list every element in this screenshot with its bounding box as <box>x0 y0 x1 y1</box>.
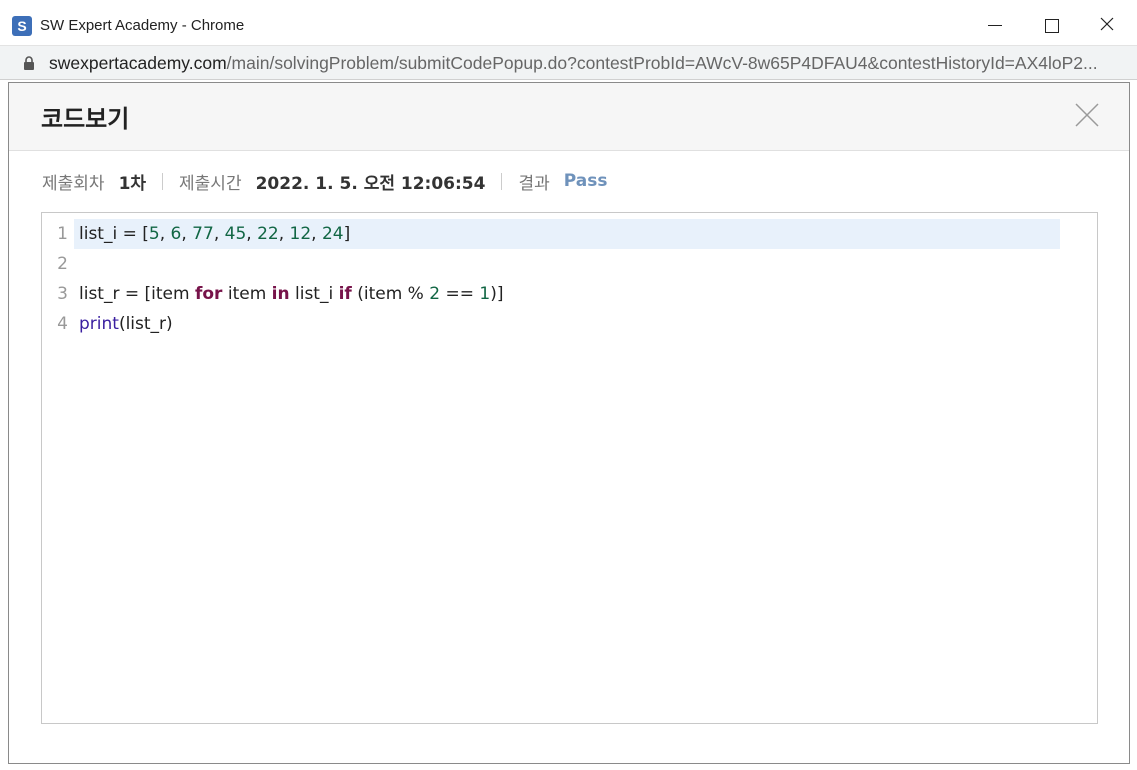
window-title: SW Expert Academy - Chrome <box>40 17 245 34</box>
code-line: 1 list_i = [5, 6, 77, 45, 22, 12, 24] <box>57 219 1060 249</box>
code-viewer[interactable]: 1 list_i = [5, 6, 77, 45, 22, 12, 24] 2 3 li… <box>41 212 1098 724</box>
code-token: , <box>311 224 322 244</box>
code-token: 6 <box>170 224 182 244</box>
divider <box>162 172 164 190</box>
code-token: 2 <box>429 284 441 304</box>
submission-meta: 제출회차 1차 제출시간 2022. 1. 5. 오전 12:06:54 결과 … <box>42 168 607 194</box>
submission-time-label: 제출시간 <box>179 173 242 194</box>
code-token: 45 <box>224 224 247 244</box>
code-token: )] <box>490 284 504 304</box>
line-number: 4 <box>57 314 68 334</box>
close-icon <box>1100 17 1114 31</box>
code-token: 1 <box>479 284 491 304</box>
code-token: 12 <box>289 224 312 244</box>
code-text: list_r = [item for item in list_i if (it… <box>79 279 503 309</box>
line-number: 3 <box>57 284 68 304</box>
url-host: swexpertacademy.com <box>49 53 227 73</box>
result-status-badge: Pass <box>563 171 608 191</box>
minimize-button[interactable] <box>970 8 1016 40</box>
submission-count-value: 1차 <box>118 173 147 194</box>
code-token: 24 <box>321 224 344 244</box>
modal-header: 코드보기 <box>9 83 1129 151</box>
code-token: print <box>79 314 119 334</box>
code-token: item <box>222 284 272 304</box>
maximize-button[interactable] <box>1027 8 1073 40</box>
code-token: ] <box>343 224 351 244</box>
lock-icon <box>24 56 34 70</box>
modal-title: 코드보기 <box>41 105 130 133</box>
code-line: 2 <box>42 249 1060 279</box>
code-token: if <box>338 284 352 304</box>
code-token: (list_r) <box>118 314 173 334</box>
close-window-button[interactable] <box>1084 8 1130 40</box>
code-token: , <box>246 224 258 244</box>
code-token: , <box>278 224 290 244</box>
code-token: list_i <box>289 284 339 304</box>
code-token: , <box>159 224 171 244</box>
submission-count-label: 제출회차 <box>42 173 105 194</box>
code-token: , <box>181 224 193 244</box>
code-token: 5 <box>148 224 160 244</box>
result-label: 결과 <box>518 173 550 194</box>
code-token: 22 <box>257 224 279 244</box>
window-title-bar: S SW Expert Academy - Chrome <box>0 0 1137 46</box>
divider <box>501 172 503 190</box>
line-number: 2 <box>57 254 68 274</box>
code-token: (item % <box>351 284 430 304</box>
code-view-modal: 코드보기 제출회차 1차 제출시간 2022. 1. 5. 오전 12:06:5… <box>8 82 1130 764</box>
code-token: list_i = [ <box>79 224 149 244</box>
code-line: 3 list_r = [item for item in list_i if (i… <box>42 279 1060 309</box>
code-text: print(list_r) <box>79 309 173 339</box>
code-token: , <box>213 224 225 244</box>
sw-logo-icon: S <box>12 16 32 36</box>
url-path: /main/solvingProblem/submitCodePopup.do?… <box>226 53 1098 73</box>
code-token: == <box>440 284 480 304</box>
code-line: 4 print(list_r) <box>42 309 1060 339</box>
code-token: 77 <box>192 224 214 244</box>
line-number: 1 <box>57 224 68 244</box>
submission-time-value: 2022. 1. 5. 오전 12:06:54 <box>255 173 486 194</box>
code-token: for <box>194 284 223 304</box>
code-text: list_i = [5, 6, 77, 45, 22, 12, 24] <box>79 219 350 249</box>
code-token: list_r = [item <box>79 284 195 304</box>
code-token: in <box>271 284 290 304</box>
url-text[interactable]: swexpertacademy.com/main/solvingProblem/… <box>49 53 1124 74</box>
close-x-icon[interactable] <box>1075 103 1099 127</box>
address-bar[interactable]: swexpertacademy.com/main/solvingProblem/… <box>0 46 1137 80</box>
